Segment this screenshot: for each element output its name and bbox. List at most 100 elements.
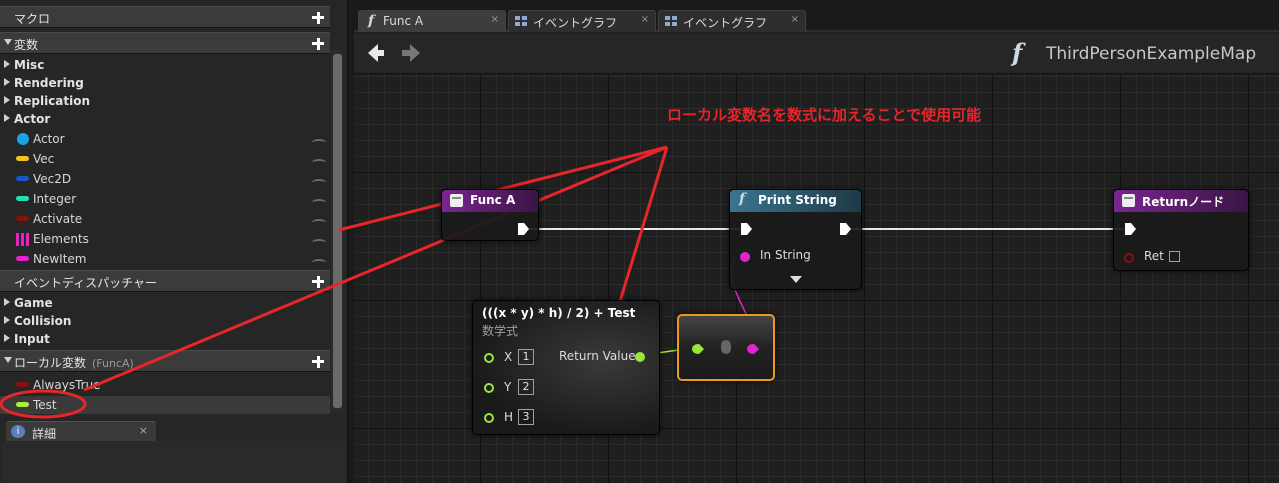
- add-dispatcher-button[interactable]: [308, 273, 328, 290]
- float-in-pin[interactable]: [692, 344, 704, 354]
- tab-label: イベントグラフ: [533, 16, 618, 30]
- tab-event-graph-1[interactable]: イベントグラフ ×: [508, 10, 656, 32]
- variable-vec2d[interactable]: Vec2D: [0, 170, 330, 188]
- expand-arrow-icon: [4, 96, 10, 104]
- pin-label: Y: [504, 380, 512, 394]
- add-variable-button[interactable]: [308, 35, 328, 52]
- section-variables-title: 変数: [14, 38, 39, 52]
- variable-elements[interactable]: Elements: [0, 230, 330, 248]
- ret-pin[interactable]: [1124, 253, 1134, 263]
- section-macro[interactable]: マクロ: [0, 6, 330, 28]
- node-float-to-string[interactable]: [677, 314, 775, 381]
- node-return[interactable]: Returnノード Ret: [1113, 189, 1249, 271]
- close-icon[interactable]: ×: [491, 14, 499, 25]
- map-title: ThirdPersonExampleMap: [1046, 44, 1257, 64]
- pin-label: In String: [760, 248, 811, 262]
- visibility-eye-icon[interactable]: [312, 139, 326, 146]
- x-value-input[interactable]: 1: [518, 349, 534, 365]
- expr-title-prefix: (((x * y) * h) / 2) +: [482, 306, 608, 320]
- variable-vec[interactable]: Vec: [0, 150, 330, 168]
- variable-label: Activate: [33, 212, 83, 226]
- exec-in-pin[interactable]: [1125, 223, 1136, 235]
- pin-label: Return Value: [559, 349, 636, 363]
- section-event-dispatchers[interactable]: イベントディスパッチャー: [0, 270, 330, 292]
- in-string-pin[interactable]: [740, 252, 750, 262]
- close-icon[interactable]: ×: [139, 424, 148, 437]
- return-value-pin[interactable]: [635, 352, 645, 362]
- ret-checkbox[interactable]: [1169, 251, 1180, 262]
- close-icon[interactable]: ×: [791, 14, 799, 25]
- h-value-input[interactable]: 3: [518, 409, 534, 425]
- details-tab[interactable]: i 詳細 ×: [6, 421, 156, 441]
- category-label: Rendering: [14, 76, 84, 90]
- vector2d-type-icon: [16, 176, 29, 181]
- graph-icon: [665, 16, 678, 27]
- visibility-eye-icon[interactable]: [312, 199, 326, 206]
- add-macro-button[interactable]: [308, 9, 328, 26]
- tab-label: Func A: [383, 14, 424, 28]
- conversion-icon: [721, 340, 731, 354]
- category-collision[interactable]: Collision: [0, 312, 330, 330]
- visibility-eye-icon[interactable]: [312, 159, 326, 166]
- visibility-eye-icon[interactable]: [312, 179, 326, 186]
- function-icon: f: [368, 13, 375, 29]
- node-print-string[interactable]: f Print String In String: [729, 189, 862, 290]
- visibility-eye-icon[interactable]: [312, 239, 326, 246]
- collapse-arrow-icon: [4, 39, 12, 45]
- node-title: Func A: [470, 193, 516, 207]
- tab-func-a[interactable]: f Func A ×: [358, 10, 506, 32]
- node-math-expression[interactable]: (((x * y) * h) / 2) + Test 数学式 X 1 Y 2 H…: [472, 300, 660, 435]
- y-pin[interactable]: [484, 383, 494, 393]
- h-pin[interactable]: [484, 413, 494, 423]
- pin-label: X: [504, 350, 513, 364]
- string-out-pin[interactable]: [747, 344, 759, 354]
- boolean-type-icon: [16, 216, 29, 221]
- entry-node-icon: [450, 194, 463, 207]
- expand-arrow-icon: [4, 298, 10, 306]
- my-blueprint-panel: マクロ 変数 Misc Rendering Replication Actor …: [0, 0, 348, 483]
- section-dispatchers-title: イベントディスパッチャー: [14, 276, 158, 290]
- x-pin[interactable]: [484, 353, 494, 363]
- variable-activate[interactable]: Activate: [0, 210, 330, 228]
- exec-out-pin[interactable]: [840, 223, 851, 235]
- node-title: (((x * y) * h) / 2) + Test: [482, 306, 635, 320]
- category-misc[interactable]: Misc: [0, 56, 330, 74]
- variable-actor[interactable]: Actor: [0, 130, 330, 148]
- visibility-eye-icon[interactable]: [312, 259, 326, 266]
- details-tab-label: 詳細: [32, 427, 57, 441]
- function-icon: f: [739, 191, 746, 207]
- exec-out-pin[interactable]: [518, 223, 529, 235]
- section-local-title: ローカル変数 (FuncA): [14, 354, 134, 371]
- close-icon[interactable]: ×: [641, 14, 649, 25]
- category-actor[interactable]: Actor: [0, 110, 330, 128]
- local-variable-test[interactable]: Test: [0, 396, 330, 414]
- visibility-eye-icon[interactable]: [312, 219, 326, 226]
- tab-label: イベントグラフ: [683, 16, 768, 30]
- advanced-expand-icon[interactable]: [790, 276, 802, 283]
- category-label: Input: [14, 332, 50, 346]
- variable-label: Actor: [33, 132, 65, 146]
- function-icon: f: [1012, 38, 1023, 67]
- panel-scrollbar-thumb[interactable]: [333, 54, 342, 408]
- variable-label: Vec2D: [33, 172, 72, 186]
- expand-arrow-icon: [4, 78, 10, 86]
- node-func-a[interactable]: Func A: [441, 189, 539, 241]
- category-input[interactable]: Input: [0, 330, 330, 348]
- forward-arrow-icon[interactable]: [402, 44, 420, 62]
- category-label: Collision: [14, 314, 72, 328]
- tab-event-graph-2[interactable]: イベントグラフ ×: [658, 10, 806, 32]
- y-value-input[interactable]: 2: [518, 379, 534, 395]
- add-local-variable-button[interactable]: [308, 353, 328, 370]
- back-arrow-icon[interactable]: [368, 44, 384, 62]
- local-vars-scope: (FuncA): [92, 357, 134, 370]
- category-replication[interactable]: Replication: [0, 92, 330, 110]
- variable-newitem[interactable]: NewItem: [0, 250, 330, 268]
- category-rendering[interactable]: Rendering: [0, 74, 330, 92]
- section-variables[interactable]: 変数: [0, 32, 330, 54]
- local-variable-alwaystrue[interactable]: AlwaysTrue: [0, 376, 330, 394]
- exec-in-pin[interactable]: [741, 223, 752, 235]
- category-game[interactable]: Game: [0, 294, 330, 312]
- section-local-variables[interactable]: ローカル変数 (FuncA): [0, 350, 330, 372]
- variable-integer[interactable]: Integer: [0, 190, 330, 208]
- variable-label: Integer: [33, 192, 77, 206]
